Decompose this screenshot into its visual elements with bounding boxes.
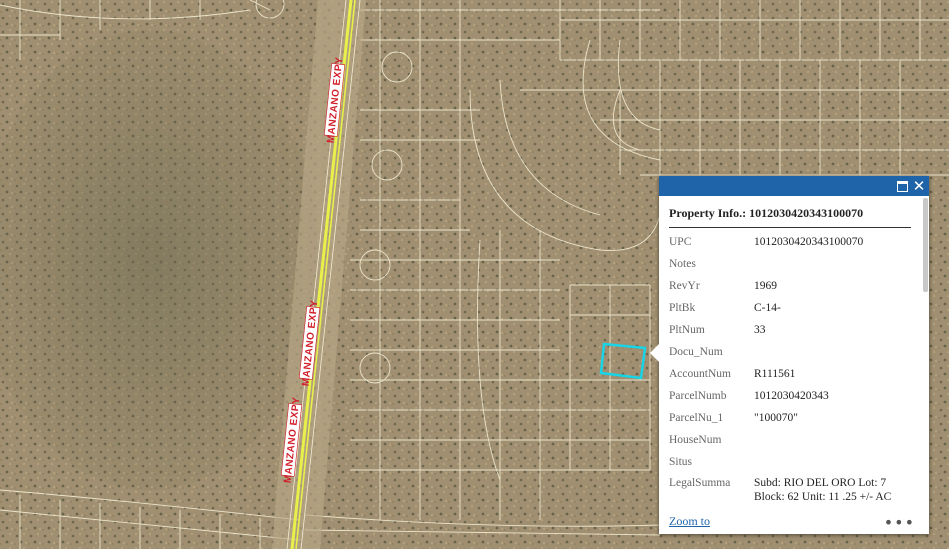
attribute-key: Notes (669, 258, 696, 270)
attribute-key: PltNum (669, 324, 705, 336)
property-info-popup: ✕ Property Info.: 1012030420343100070 UP… (650, 176, 929, 534)
maximize-icon[interactable] (894, 178, 910, 194)
attribute-key: ParcelNu_1 (669, 412, 724, 424)
attribute-key: AccountNum (669, 368, 731, 380)
popup-title: Property Info.: 1012030420343100070 (669, 206, 911, 228)
attribute-row: PltNum 33 (669, 320, 911, 342)
more-options-icon[interactable]: ••• (884, 513, 915, 532)
attribute-value (754, 342, 911, 364)
zoom-to-link[interactable]: Zoom to (669, 514, 710, 529)
attribute-key: Situs (669, 456, 693, 468)
attribute-value: C-14- (754, 302, 781, 314)
attribute-key: RevYr (669, 280, 700, 292)
attribute-row: Situs (669, 452, 911, 474)
attribute-key: LegalSumma (669, 477, 731, 489)
popup-pointer (650, 344, 659, 362)
popup-scrollbar[interactable] (923, 198, 928, 292)
attribute-value: 33 (754, 324, 766, 336)
attribute-key: HouseNum (669, 434, 722, 446)
attribute-value (754, 430, 911, 452)
attribute-value: 1969 (754, 280, 777, 292)
attribute-key: ParcelNumb (669, 390, 727, 402)
attribute-key: UPC (669, 236, 692, 248)
attribute-row: AccountNum R111561 (669, 364, 911, 386)
attribute-row: PltBk C-14- (669, 298, 911, 320)
attribute-row: ParcelNumb 1012030420343 (669, 386, 911, 408)
attribute-row: Docu_Num (669, 342, 911, 364)
attribute-row: HouseNum (669, 430, 911, 452)
popup-body: Property Info.: 1012030420343100070 UPC 1… (659, 196, 921, 534)
attribute-value (754, 452, 911, 474)
attribute-value: 1012030420343100070 (754, 236, 864, 248)
attribute-key: PltBk (669, 302, 696, 314)
popup-header: ✕ (659, 176, 929, 196)
attribute-row: RevYr 1969 (669, 276, 911, 298)
attribute-row: ParcelNu_1 "100070" (669, 408, 911, 430)
attribute-value (754, 254, 911, 276)
attribute-row: UPC 1012030420343100070 (669, 232, 911, 254)
attribute-row: Notes (669, 254, 911, 276)
attribute-row: LegalSumma Subd: RIO DEL ORO Lot: 7 Block… (669, 474, 911, 506)
attribute-value: 1012030420343 (754, 390, 829, 402)
close-icon[interactable]: ✕ (911, 178, 927, 194)
attribute-value: R111561 (754, 368, 796, 380)
attribute-key: Docu_Num (669, 346, 723, 358)
attribute-value: "100070" (754, 412, 798, 424)
attribute-value: Subd: RIO DEL ORO Lot: 7 Block: 62 Unit:… (754, 477, 892, 503)
attribute-table: UPC 1012030420343100070 Notes RevYr 1969 PltB… (669, 232, 911, 506)
